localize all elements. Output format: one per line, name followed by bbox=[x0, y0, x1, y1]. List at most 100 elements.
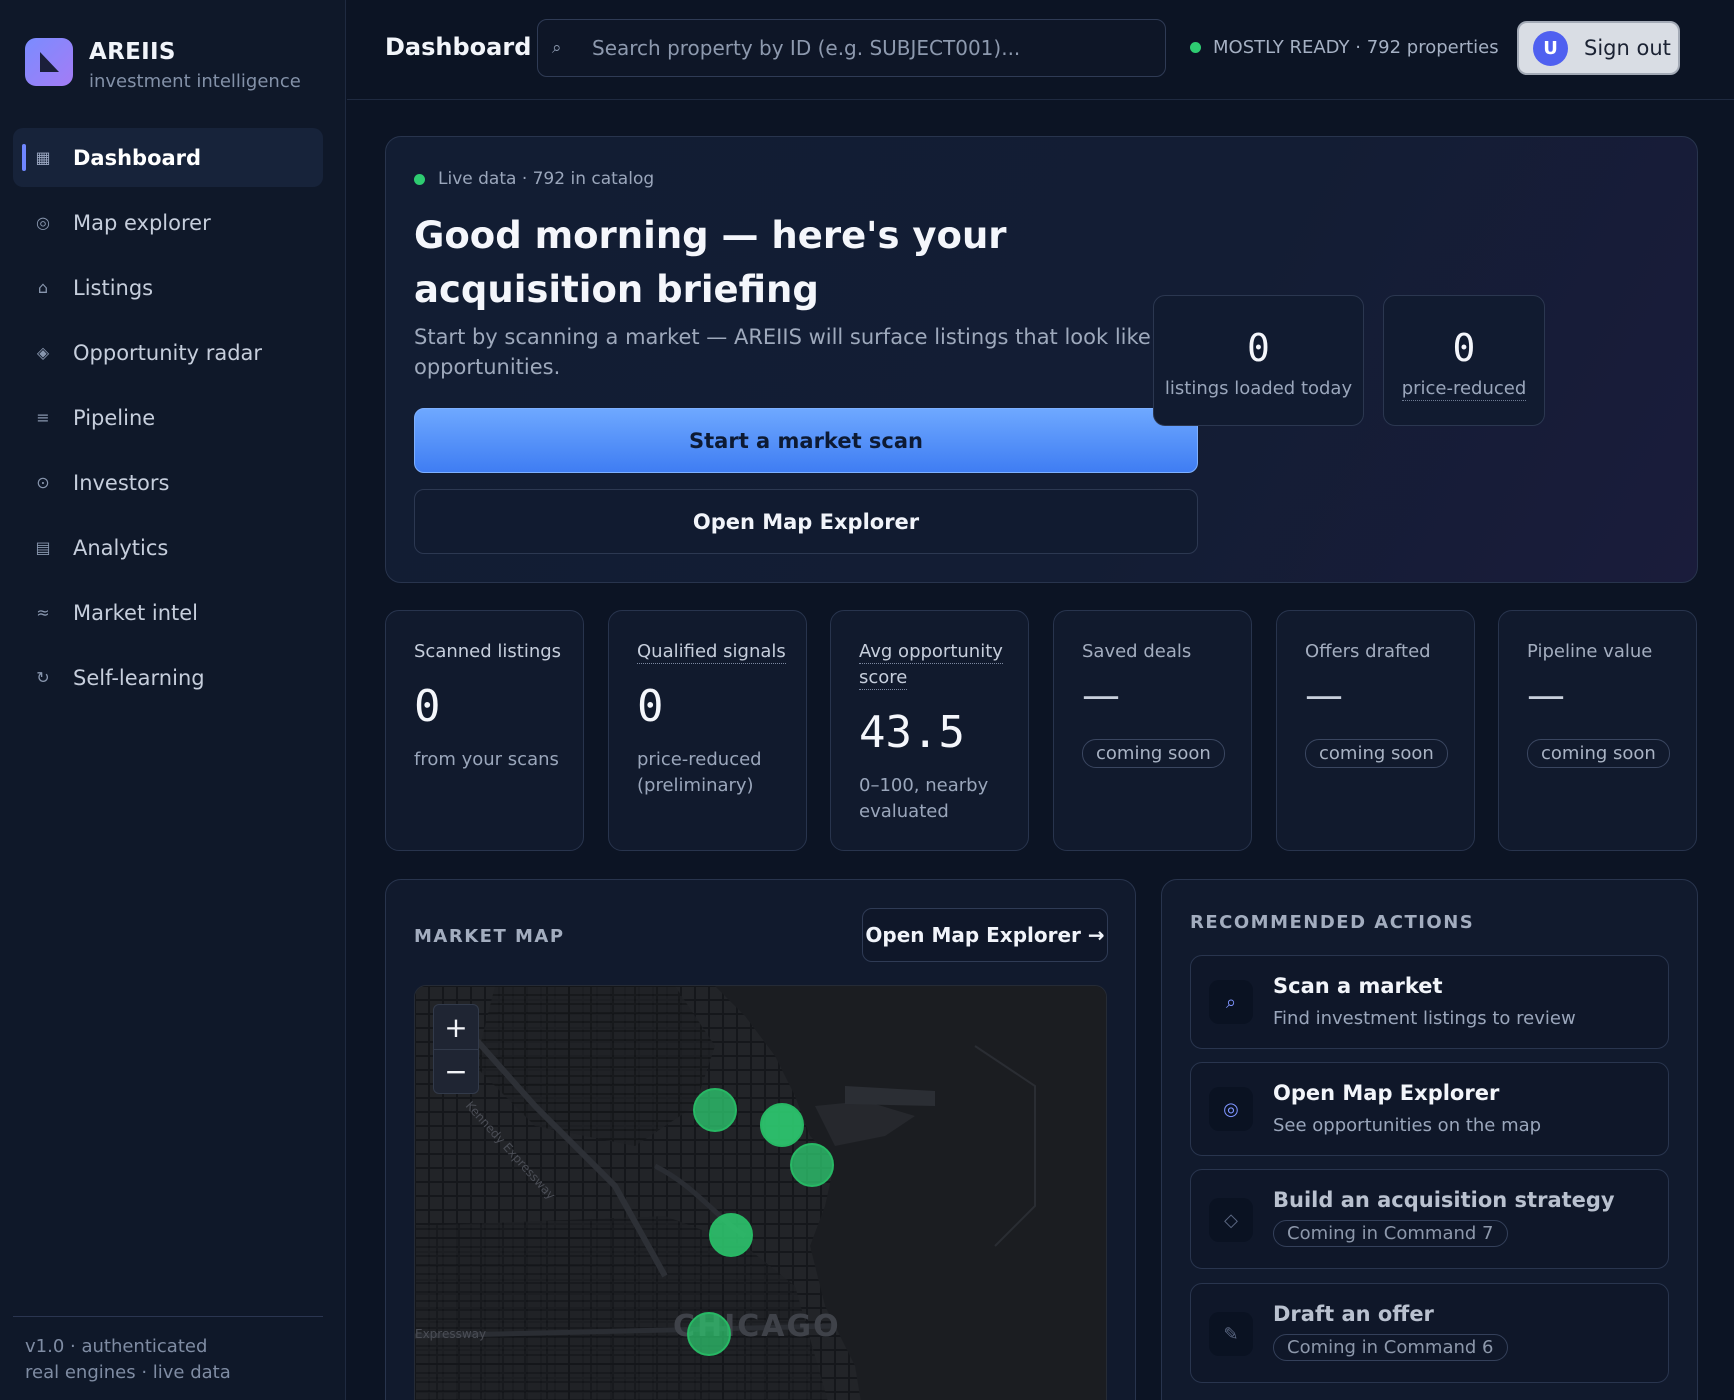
kpi-value: — bbox=[1305, 673, 1343, 717]
action-title: Open Map Explorer bbox=[1273, 1081, 1500, 1105]
coming-soon-badge: coming soon bbox=[1082, 739, 1225, 768]
coming-soon-badge: coming soon bbox=[1305, 739, 1448, 768]
briefing-title: Good morning — here's your acquisition b… bbox=[414, 214, 1007, 311]
sidebar-item-label: Market intel bbox=[73, 600, 198, 625]
open-map-explorer-button[interactable]: Open Map Explorer bbox=[414, 489, 1198, 554]
kpi-sub: from your scans bbox=[414, 749, 559, 770]
coming-soon-badge: coming soon bbox=[1527, 739, 1670, 768]
kpi-saved-deals: Saved deals — coming soon bbox=[1053, 610, 1252, 851]
brand-name: AREIIS bbox=[89, 39, 176, 65]
sidebar-item-label: Map explorer bbox=[73, 210, 211, 235]
diamond-icon: ◈ bbox=[36, 343, 50, 362]
sidebar-item-listings[interactable]: ⌂ Listings bbox=[13, 258, 323, 317]
search-icon: ⌕ bbox=[1209, 980, 1253, 1024]
recommended-actions-heading: RECOMMENDED ACTIONS bbox=[1190, 912, 1475, 933]
coming-soon-badge: Coming in Command 7 bbox=[1273, 1220, 1508, 1247]
search-box[interactable]: ⌕ bbox=[537, 19, 1166, 77]
sidebar-divider bbox=[13, 1316, 323, 1317]
map-open-explorer-button[interactable]: Open Map Explorer → bbox=[862, 908, 1108, 962]
zoom-in-button[interactable]: + bbox=[434, 1005, 478, 1049]
engine-status-text: real engines · live data bbox=[25, 1362, 231, 1383]
kpi-value: 0 bbox=[637, 681, 664, 732]
live-indicator: Live data · 792 in catalog bbox=[414, 169, 654, 189]
top-bar: Dashboard ⌕ MOSTLY READY · 792 propertie… bbox=[347, 0, 1734, 100]
kpi-label: Offers drafted bbox=[1305, 641, 1431, 662]
kpi-value: 0 bbox=[414, 681, 441, 732]
stat-value: 0 bbox=[1247, 326, 1270, 370]
search-input[interactable] bbox=[592, 36, 1152, 60]
stat-value: 0 bbox=[1452, 326, 1476, 370]
live-text: Live data · 792 in catalog bbox=[438, 169, 655, 189]
map-marker[interactable] bbox=[760, 1103, 804, 1147]
sidebar-item-analytics[interactable]: ▤ Analytics bbox=[13, 518, 323, 577]
sidebar-item-map-explorer[interactable]: ◎ Map explorer bbox=[13, 193, 323, 252]
sidebar-item-label: Listings bbox=[73, 275, 154, 300]
action-open-map-explorer[interactable]: ◎ Open Map Explorer See opportunities on… bbox=[1190, 1062, 1669, 1156]
map-icon: ◎ bbox=[36, 213, 50, 232]
kpi-qualified-signals: Qualified signals 0 price-reduced (preli… bbox=[608, 610, 807, 851]
kpi-value: — bbox=[1527, 673, 1565, 717]
map-marker[interactable] bbox=[790, 1143, 834, 1187]
kpi-sub: price-reduced (preliminary) bbox=[637, 749, 762, 796]
home-icon: ⌂ bbox=[37, 278, 49, 297]
sidebar-footer: v1.0 · authenticated real engines · live… bbox=[25, 1334, 231, 1386]
investor-icon: ⊙ bbox=[36, 473, 50, 492]
action-build-strategy: ◇ Build an acquisition strategy Coming i… bbox=[1190, 1169, 1669, 1269]
briefing-panel: Live data · 792 in catalog Good morning … bbox=[385, 136, 1698, 583]
sidebar-item-dashboard[interactable]: ▦ Dashboard bbox=[13, 128, 323, 187]
market-map-panel: MARKET MAP Open Map Explorer → Kennedy E… bbox=[385, 879, 1136, 1400]
search-icon: ⌕ bbox=[552, 38, 562, 58]
sidebar-item-label: Opportunity radar bbox=[73, 340, 263, 365]
brand[interactable]: AREIIS investment intelligence bbox=[25, 38, 301, 92]
sidebar-item-investors[interactable]: ⊙ Investors bbox=[13, 453, 323, 512]
kpi-label: Qualified signals bbox=[637, 641, 786, 664]
action-scan-market[interactable]: ⌕ Scan a market Find investment listings… bbox=[1190, 955, 1669, 1049]
sidebar-item-self-learning[interactable]: ↻ Self-learning bbox=[13, 648, 323, 707]
sidebar-item-label: Pipeline bbox=[73, 405, 156, 430]
logo-icon bbox=[25, 38, 73, 86]
status-text: MOSTLY READY · 792 properties bbox=[1213, 37, 1499, 58]
refresh-icon: ↻ bbox=[36, 668, 50, 687]
stat-label: price-reduced bbox=[1401, 378, 1527, 401]
market-map[interactable]: Kennedy Expressway Expressway CHICAGO + … bbox=[414, 985, 1107, 1400]
pencil-icon: ✎ bbox=[1209, 1312, 1253, 1356]
stat-label: listings loaded today bbox=[1164, 378, 1353, 399]
map-marker[interactable] bbox=[693, 1088, 737, 1132]
page-title: Dashboard bbox=[385, 33, 532, 61]
listings-loaded-stat: 0 listings loaded today bbox=[1153, 295, 1364, 426]
sidebar-item-market-intel[interactable]: ≈ Market intel bbox=[13, 583, 323, 642]
zoom-out-button[interactable]: − bbox=[434, 1049, 478, 1093]
sidebar-item-pipeline[interactable]: ≡ Pipeline bbox=[13, 388, 323, 447]
map-tiles: Kennedy Expressway Expressway CHICAGO bbox=[415, 986, 1106, 1400]
kpi-value: 43.5 bbox=[859, 707, 965, 758]
price-reduced-stat: 0 price-reduced bbox=[1383, 295, 1545, 426]
sidebar-nav: ▦ Dashboard ◎ Map explorer ⌂ Listings ◈ … bbox=[13, 128, 323, 713]
grid-icon: ▦ bbox=[35, 148, 51, 167]
kpi-sub: 0–100, nearby evaluated bbox=[859, 775, 989, 822]
action-subtitle: Find investment listings to review bbox=[1273, 1008, 1576, 1029]
kpi-avg-opportunity-score: Avg opportunity score 43.5 0–100, nearby… bbox=[830, 610, 1029, 851]
kpi-label: Saved deals bbox=[1082, 641, 1192, 662]
sidebar-item-label: Analytics bbox=[73, 535, 169, 560]
action-title: Build an acquisition strategy bbox=[1273, 1188, 1615, 1212]
action-title: Scan a market bbox=[1273, 974, 1443, 998]
pipeline-icon: ≡ bbox=[36, 408, 50, 427]
map-icon: ◎ bbox=[1209, 1087, 1253, 1131]
version-text: v1.0 · authenticated bbox=[25, 1336, 208, 1357]
kpi-scanned-listings: Scanned listings 0 from your scans bbox=[385, 610, 584, 851]
sidebar-item-label: Investors bbox=[73, 470, 170, 495]
kpi-label-wrap: Avg opportunity score bbox=[859, 639, 1019, 691]
sidebar-item-label: Self-learning bbox=[73, 665, 205, 690]
start-market-scan-button[interactable]: Start a market scan bbox=[414, 408, 1198, 473]
map-marker[interactable] bbox=[709, 1213, 753, 1257]
sidebar-item-label: Dashboard bbox=[73, 145, 202, 170]
kpi-label-wrap: Qualified signals bbox=[637, 639, 797, 665]
market-map-heading: MARKET MAP bbox=[414, 926, 565, 947]
sign-out-button[interactable]: U Sign out bbox=[1517, 21, 1680, 75]
map-marker[interactable] bbox=[687, 1312, 731, 1356]
sidebar-item-opportunity-radar[interactable]: ◈ Opportunity radar bbox=[13, 323, 323, 382]
action-subtitle: See opportunities on the map bbox=[1273, 1115, 1542, 1136]
zoom-control: + − bbox=[433, 1004, 479, 1094]
status-dot-icon bbox=[1190, 42, 1201, 53]
avatar: U bbox=[1533, 30, 1568, 66]
